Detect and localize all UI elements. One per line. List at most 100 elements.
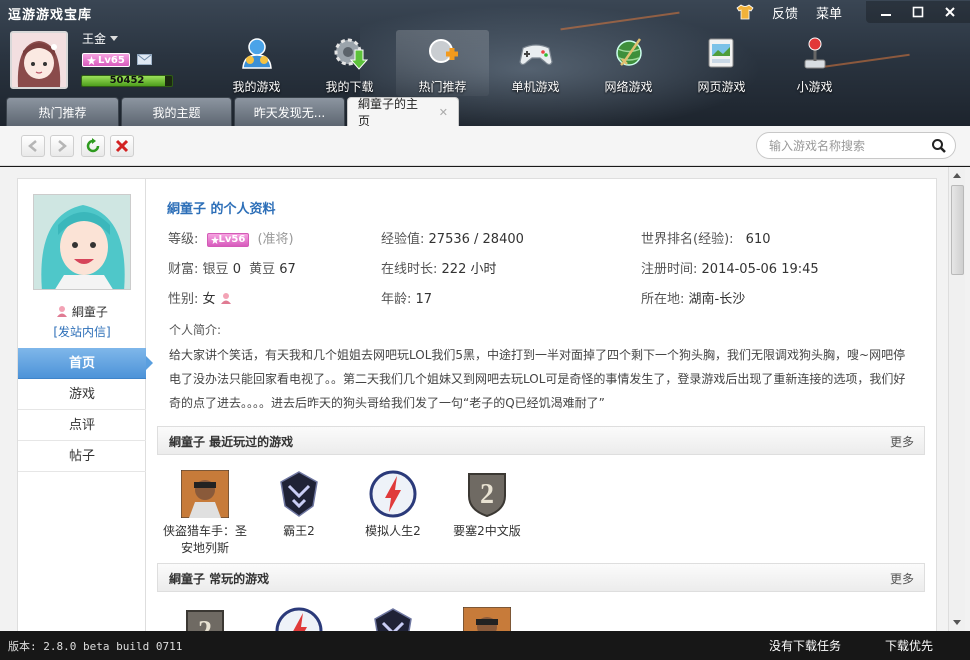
scroll-down-icon bbox=[953, 620, 961, 625]
online-row: 在线时长: 222 小时 bbox=[381, 258, 496, 277]
menu-link[interactable]: 菜单 bbox=[816, 3, 842, 22]
world-rank-label: 世界排名(经验): bbox=[641, 232, 734, 247]
svg-text:2: 2 bbox=[198, 616, 212, 631]
version-text: 版本: 2.8.0 beta build 0711 bbox=[8, 640, 183, 653]
game-search bbox=[756, 132, 956, 159]
app-title: 逗游游戏宝库 bbox=[8, 8, 93, 23]
sidebar-item-reviews[interactable]: 点评 bbox=[18, 410, 146, 441]
maximize-button[interactable] bbox=[902, 1, 934, 23]
tab-close-icon[interactable]: ✕ bbox=[439, 106, 448, 119]
recent-games-list: 侠盗猎车手：圣安地列斯 霸王2 模拟人生2 2 要塞2中文版 bbox=[158, 469, 534, 557]
game-name: 模拟人生2 bbox=[365, 524, 421, 538]
register-row: 注册时间: 2014-05-06 19:45 bbox=[641, 258, 819, 277]
nav-label: 我的游戏 bbox=[232, 80, 281, 94]
profile-sidebar: 絧童子 [发站内信] 首页 游戏 点评 帖子 bbox=[18, 179, 153, 631]
profile-name-text: 絧童子 bbox=[71, 305, 108, 319]
tab-label: 热门推荐 bbox=[38, 105, 87, 120]
download-tasks-link[interactable]: 没有下载任务 bbox=[769, 637, 841, 654]
sidebar-item-home[interactable]: 首页 bbox=[18, 348, 153, 379]
gamepad-icon bbox=[518, 44, 553, 66]
download-gear-icon bbox=[334, 38, 368, 70]
user-avatar[interactable] bbox=[10, 31, 68, 89]
sidebar-item-games[interactable]: 游戏 bbox=[18, 379, 146, 410]
profile-panel: 絧童子 [发站内信] 首页 游戏 点评 帖子 絧童子 的个人资料 等级: Lv5… bbox=[17, 178, 937, 631]
nav-hot-recommend[interactable]: 热门推荐 bbox=[396, 30, 489, 96]
search-icon[interactable] bbox=[931, 138, 947, 154]
nav-my-downloads[interactable]: 我的下载 bbox=[303, 30, 396, 96]
tab-yesterday-found[interactable]: 昨天发现无... bbox=[234, 97, 345, 126]
tab-user-home[interactable]: 絧童子的主页 ✕ bbox=[347, 97, 459, 126]
minimize-button[interactable] bbox=[870, 1, 902, 23]
nav-online-games[interactable]: 网络游戏 bbox=[582, 30, 675, 96]
skin-shirt-icon[interactable] bbox=[736, 4, 754, 20]
hot-recommend-icon bbox=[428, 39, 458, 63]
nav-web-games[interactable]: 网页游戏 bbox=[675, 30, 768, 96]
nav-single-player[interactable]: 单机游戏 bbox=[489, 30, 582, 96]
username-text: 王金 bbox=[82, 32, 107, 46]
sidebar-item-posts[interactable]: 帖子 bbox=[18, 441, 146, 472]
game-item[interactable]: 2 要塞2中文版 bbox=[440, 469, 534, 557]
mail-icon[interactable] bbox=[137, 54, 152, 65]
game-name: 侠盗猎车手：圣安地列斯 bbox=[162, 524, 247, 555]
game-item[interactable] bbox=[440, 606, 534, 631]
exp-label: 经验值: bbox=[381, 232, 425, 247]
send-message-link[interactable]: [发站内信] bbox=[18, 323, 146, 340]
refresh-button[interactable] bbox=[81, 135, 105, 157]
chevron-down-icon bbox=[110, 35, 119, 41]
game-item[interactable] bbox=[346, 606, 440, 631]
back-button[interactable] bbox=[21, 135, 45, 157]
nav-mini-games[interactable]: 小游戏 bbox=[768, 30, 861, 96]
game-item[interactable]: 侠盗猎车手：圣安地列斯 bbox=[158, 469, 252, 557]
age-value: 17 bbox=[415, 292, 433, 307]
close-button[interactable] bbox=[934, 1, 966, 23]
arrow-left-icon bbox=[28, 140, 37, 152]
forward-button[interactable] bbox=[50, 135, 74, 157]
silver-label: 银豆 bbox=[202, 262, 229, 277]
tab-hot-recommend[interactable]: 热门推荐 bbox=[6, 97, 119, 126]
recent-games-more-link[interactable]: 更多 bbox=[890, 433, 914, 450]
nav-label: 网页游戏 bbox=[697, 80, 746, 94]
gold-label: 黄豆 bbox=[249, 262, 276, 277]
wealth-label: 财富: bbox=[168, 262, 199, 277]
web-game-icon bbox=[708, 38, 733, 68]
frequent-games-more-link[interactable]: 更多 bbox=[890, 570, 914, 587]
username[interactable]: 王金 bbox=[82, 30, 119, 47]
gender-row: 性别: 女 bbox=[168, 288, 232, 307]
vertical-scrollbar[interactable] bbox=[948, 167, 965, 631]
game-item[interactable]: 2 bbox=[158, 606, 252, 631]
feedback-link[interactable]: 反馈 bbox=[772, 3, 798, 22]
tab-label: 絧童子的主页 bbox=[358, 97, 419, 126]
game-item[interactable]: 模拟人生2 bbox=[346, 469, 440, 557]
bio-text: 给大家讲个笑话，有天我和几个姐姐去网吧玩LOL我们5黑，中途打到一半对面掉了四个… bbox=[169, 348, 906, 410]
scroll-up-icon bbox=[953, 173, 961, 178]
stop-button[interactable] bbox=[110, 135, 134, 157]
header-banner: 逗游游戏宝库 反馈 菜单 王金 Lv65 50452 我的游戏 我的下载 热门推… bbox=[0, 0, 970, 126]
frequent-games-list: 2 bbox=[158, 606, 534, 631]
online-label: 在线时长: bbox=[381, 262, 438, 277]
search-input[interactable] bbox=[769, 138, 929, 154]
game-item[interactable]: 霸王2 bbox=[252, 469, 346, 557]
game-item[interactable] bbox=[252, 606, 346, 631]
gender-value: 女 bbox=[202, 292, 216, 307]
tab-my-topics[interactable]: 我的主题 bbox=[121, 97, 232, 126]
stop-x-icon bbox=[115, 139, 129, 153]
female-icon bbox=[220, 293, 231, 304]
user-level-badge: Lv65 bbox=[82, 53, 130, 67]
game-name: 霸王2 bbox=[283, 524, 315, 538]
level-badge: Lv56 bbox=[206, 232, 250, 247]
bio-label: 个人简介: bbox=[169, 323, 222, 337]
location-row: 所在地: 湖南-长沙 bbox=[641, 288, 745, 307]
scroll-down-button[interactable] bbox=[949, 615, 965, 631]
scroll-thumb[interactable] bbox=[951, 185, 964, 275]
gta-icon bbox=[180, 469, 230, 519]
level-label: 等级: bbox=[168, 232, 199, 247]
stronghold-icon: 2 bbox=[462, 469, 512, 519]
level-badge-text: Lv56 bbox=[218, 234, 246, 245]
level-row: 等级: Lv56 (准将) bbox=[168, 228, 294, 247]
gta-icon bbox=[462, 606, 512, 631]
svg-text:2: 2 bbox=[480, 479, 494, 510]
register-label: 注册时间: bbox=[641, 262, 698, 277]
nav-my-games[interactable]: 我的游戏 bbox=[210, 30, 303, 96]
scroll-up-button[interactable] bbox=[949, 167, 965, 183]
download-priority-link[interactable]: 下载优先 bbox=[885, 637, 933, 654]
